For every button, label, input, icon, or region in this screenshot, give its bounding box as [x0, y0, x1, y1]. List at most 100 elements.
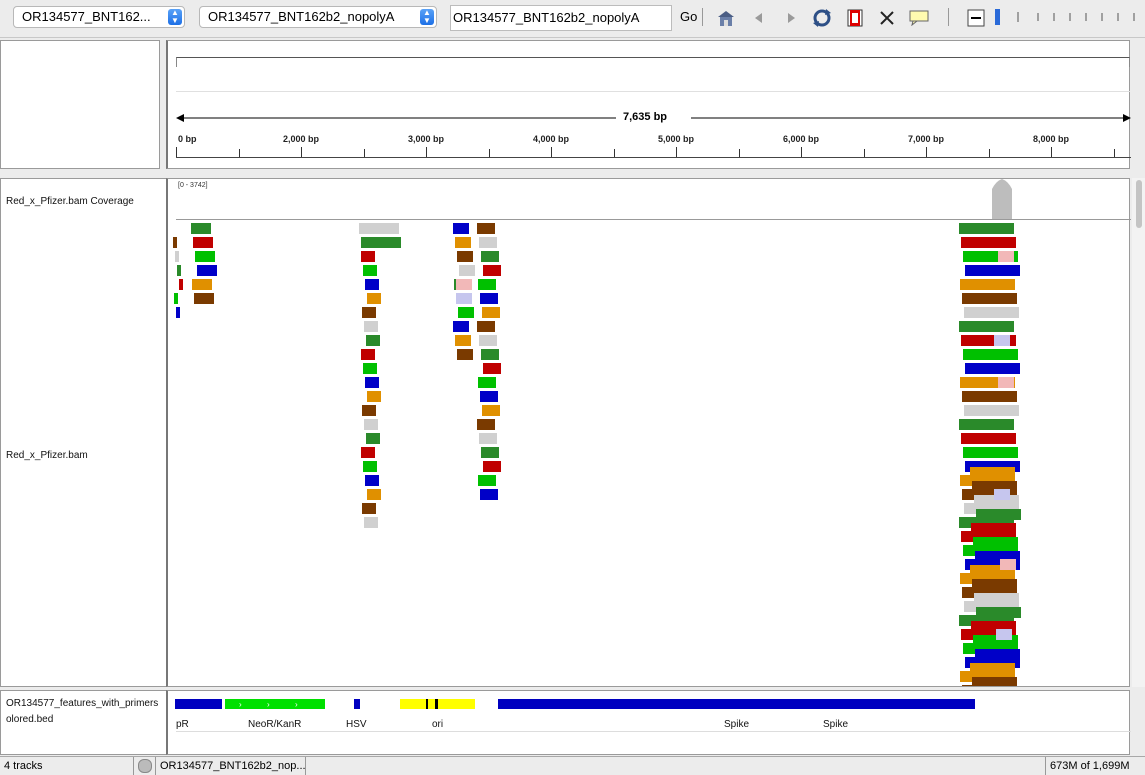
soft-clipped-read[interactable] [456, 279, 472, 290]
read[interactable] [179, 279, 183, 290]
read[interactable] [457, 349, 473, 360]
read[interactable] [359, 223, 399, 234]
read[interactable] [453, 223, 469, 234]
read[interactable] [459, 265, 475, 276]
read[interactable] [971, 523, 1016, 534]
read[interactable] [477, 223, 495, 234]
read[interactable] [367, 293, 381, 304]
back-arrow-icon[interactable] [749, 8, 769, 28]
read[interactable] [477, 419, 495, 430]
read[interactable] [962, 293, 1017, 304]
read[interactable] [364, 419, 378, 430]
read[interactable] [191, 223, 211, 234]
read[interactable] [173, 237, 177, 248]
read[interactable] [363, 461, 377, 472]
read[interactable] [480, 489, 498, 500]
read[interactable] [479, 335, 497, 346]
read[interactable] [457, 251, 473, 262]
read[interactable] [176, 307, 180, 318]
read[interactable] [964, 405, 1019, 416]
feature-neor-kanr[interactable]: › › › [225, 699, 325, 709]
sequence-select[interactable]: OR134577_BNT162b2_nopolyA ▲ ▼ [199, 6, 437, 28]
read[interactable] [479, 237, 497, 248]
zoom-slider[interactable] [990, 8, 1140, 26]
alignment-reads[interactable] [168, 179, 1130, 686]
read[interactable] [365, 377, 379, 388]
scrollbar-thumb[interactable] [1136, 180, 1142, 228]
read[interactable] [478, 377, 496, 388]
read[interactable] [482, 405, 500, 416]
soft-clipped-read[interactable] [1000, 559, 1016, 570]
soft-clipped-read[interactable] [998, 251, 1014, 262]
read[interactable] [175, 251, 179, 262]
read[interactable] [483, 265, 501, 276]
read[interactable] [477, 321, 495, 332]
read[interactable] [961, 433, 1016, 444]
popup-text-icon[interactable] [909, 8, 929, 28]
read[interactable] [976, 509, 1021, 520]
read[interactable] [366, 335, 380, 346]
read[interactable] [963, 349, 1018, 360]
feature-ampr[interactable] [175, 699, 222, 709]
read[interactable] [483, 363, 501, 374]
read[interactable] [974, 593, 1019, 604]
read[interactable] [195, 251, 215, 262]
coverage-track-name[interactable]: Red_x_Pfizer.bam Coverage [6, 196, 134, 207]
read[interactable] [455, 335, 471, 346]
read[interactable] [364, 517, 378, 528]
read[interactable] [194, 293, 214, 304]
feature-ori[interactable] [400, 699, 475, 709]
read[interactable] [976, 607, 1021, 618]
read[interactable] [965, 265, 1020, 276]
read[interactable] [960, 279, 1015, 290]
read[interactable] [970, 467, 1015, 478]
read[interactable] [962, 391, 1017, 402]
read[interactable] [963, 447, 1018, 458]
read[interactable] [480, 293, 498, 304]
read[interactable] [192, 279, 212, 290]
forward-arrow-icon[interactable] [781, 8, 801, 28]
feature-spike[interactable] [498, 699, 975, 709]
feature-track-name-2[interactable]: olored.bed [6, 714, 53, 725]
read[interactable] [458, 307, 474, 318]
read[interactable] [970, 663, 1015, 674]
feature-hsv[interactable] [354, 699, 360, 709]
read[interactable] [480, 391, 498, 402]
read[interactable] [193, 237, 213, 248]
read[interactable] [964, 307, 1019, 318]
resize-to-window-icon[interactable] [877, 8, 897, 28]
read[interactable] [361, 349, 375, 360]
read[interactable] [961, 237, 1016, 248]
read[interactable] [975, 649, 1020, 660]
region-of-interest-icon[interactable] [845, 8, 865, 28]
read[interactable] [366, 433, 380, 444]
read[interactable] [177, 265, 181, 276]
locus-input[interactable]: OR134577_BNT162b2_nopolyA [450, 5, 672, 31]
read[interactable] [959, 419, 1014, 430]
refresh-icon[interactable] [812, 8, 832, 28]
go-button[interactable]: Go [680, 9, 697, 24]
read[interactable] [362, 405, 376, 416]
feature-track-name[interactable]: OR134577_features_with_primers [6, 698, 161, 709]
read[interactable] [365, 475, 379, 486]
soft-clipped-read[interactable] [994, 335, 1010, 346]
read[interactable] [174, 293, 178, 304]
soft-clipped-read[interactable] [994, 489, 1010, 500]
read[interactable] [965, 363, 1020, 374]
genome-select[interactable]: OR134577_BNT162... ▲ ▼ [13, 6, 185, 28]
read[interactable] [455, 237, 471, 248]
home-icon[interactable] [716, 8, 736, 28]
read[interactable] [481, 349, 499, 360]
read[interactable] [361, 447, 375, 458]
read[interactable] [362, 503, 376, 514]
read[interactable] [362, 307, 376, 318]
read[interactable] [959, 223, 1014, 234]
read[interactable] [361, 251, 375, 262]
alignment-track-name[interactable]: Red_x_Pfizer.bam [6, 450, 88, 461]
read[interactable] [483, 461, 501, 472]
soft-clipped-read[interactable] [456, 293, 472, 304]
read[interactable] [973, 537, 1018, 548]
read[interactable] [481, 251, 499, 262]
read[interactable] [361, 237, 401, 248]
data-panel-scrollbar[interactable] [1132, 178, 1145, 687]
